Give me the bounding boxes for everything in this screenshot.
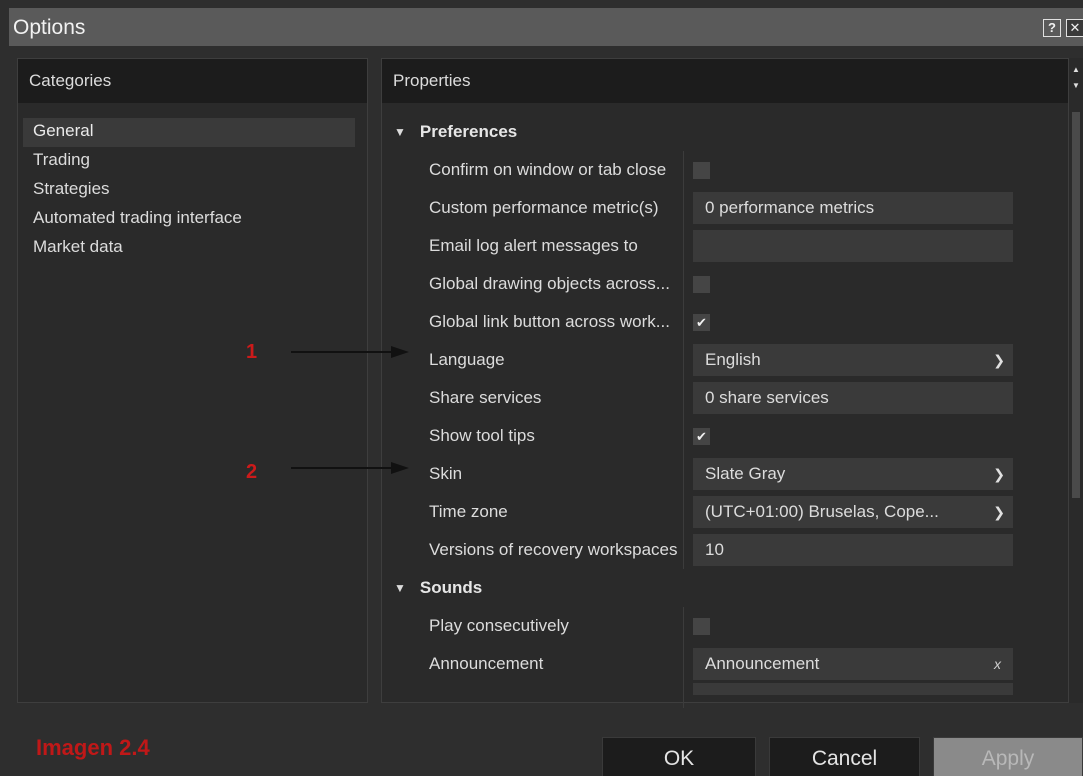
category-item-general[interactable]: General [23,118,355,147]
column-divider [683,670,684,708]
annotation-marker-1: 1 [246,341,258,363]
property-label: Skin [429,464,463,483]
cancel-button[interactable]: Cancel [769,737,920,776]
section-sounds[interactable]: ▼ Sounds [382,569,1068,607]
property-row-share-services: Share services 0 share services [382,379,1068,417]
global-link-button-checkbox[interactable]: ✔ [693,313,710,331]
column-divider [683,189,684,227]
property-row-show-tool-tips: Show tool tips ✔ [382,417,1068,455]
skin-select[interactable]: Slate Gray ❯ [693,458,1013,490]
column-divider [683,341,684,379]
share-services-field[interactable]: 0 share services [693,382,1013,414]
properties-scrollbar[interactable]: ▲ ▼ [1069,58,1083,703]
column-divider [683,455,684,493]
custom-performance-metrics-field[interactable]: 0 performance metrics [693,192,1013,224]
properties-panel: Properties ▼ Preferences Confirm on wind… [381,58,1069,708]
property-label: Announcement [429,654,544,673]
column-divider [683,227,684,265]
property-row-language: Language English ❯ [382,341,1068,379]
title-bar: Options ? ✕ [9,8,1083,46]
chevron-down-icon: ❯ [993,466,1005,482]
ok-button[interactable]: OK [602,737,756,776]
categories-header: Categories [18,59,367,103]
scroll-up-icon[interactable]: ▲ [1069,64,1083,76]
property-label: Global link button across work... [429,312,670,331]
properties-header: Properties [382,59,1068,103]
scroll-thumb[interactable] [1072,112,1080,498]
property-row-email-log-alerts: Email log alert messages to [382,227,1068,265]
chevron-down-icon: ❯ [993,352,1005,368]
checkmark-icon: ✔ [696,428,707,444]
property-label: Email log alert messages to [429,236,638,255]
play-consecutively-checkbox[interactable] [693,617,710,635]
properties-grid: ▼ Preferences Confirm on window or tab c… [382,103,1068,708]
category-item-market-data[interactable]: Market data [23,234,355,263]
image-caption-watermark: Imagen 2.4 [36,735,150,760]
column-divider [683,417,684,455]
category-item-trading[interactable]: Trading [23,147,355,176]
global-drawing-objects-checkbox[interactable] [693,275,710,293]
time-zone-select[interactable]: (UTC+01:00) Bruselas, Cope... ❯ [693,496,1013,528]
annotation-arrow-1 [291,351,393,353]
scroll-down-icon[interactable]: ▼ [1069,80,1083,92]
section-preferences[interactable]: ▼ Preferences [382,113,1068,151]
apply-button[interactable]: Apply [933,737,1083,776]
category-item-automated-trading-interface[interactable]: Automated trading interface [23,205,355,234]
property-label: Versions of recovery workspaces [429,540,678,559]
property-row-global-link-button: Global link button across work... ✔ [382,303,1068,341]
property-row-custom-performance-metrics: Custom performance metric(s) 0 performan… [382,189,1068,227]
annotation-arrow-2 [291,467,393,469]
time-zone-value: (UTC+01:00) Bruselas, Cope... [705,502,939,521]
category-item-strategies[interactable]: Strategies [23,176,355,205]
property-row-time-zone: Time zone (UTC+01:00) Bruselas, Cope... … [382,493,1068,531]
announcement-sound-field[interactable]: Announcement x [693,648,1013,680]
categories-panel: Categories General Trading Strategies Au… [17,58,368,703]
column-divider [683,607,684,645]
column-divider [683,303,684,341]
skin-value: Slate Gray [705,464,786,483]
categories-list: General Trading Strategies Automated tra… [18,103,367,263]
arrow-head-icon [391,462,409,474]
caret-down-icon: ▼ [394,581,406,595]
property-label: Custom performance metric(s) [429,198,659,217]
caret-down-icon: ▼ [394,125,406,139]
announcement-value: Announcement [705,654,820,673]
column-divider [683,379,684,417]
window-title: Options [13,16,86,39]
column-divider [683,531,684,569]
section-title: Preferences [419,122,518,141]
property-row-skin: Skin Slate Gray ❯ [382,455,1068,493]
recovery-workspaces-field[interactable]: 10 [693,534,1013,566]
property-row-partial [382,670,1068,708]
property-label: Time zone [429,502,508,521]
confirm-close-checkbox[interactable] [693,161,710,179]
property-label: Share services [429,388,542,407]
column-divider [683,151,684,189]
section-title: Sounds [419,578,483,597]
property-label: Confirm on window or tab close [429,160,667,179]
property-row-recovery-workspaces: Versions of recovery workspaces 10 [382,531,1068,569]
column-divider [683,493,684,531]
partial-field[interactable] [693,683,1013,695]
chevron-down-icon: ❯ [993,504,1005,520]
property-label: Language [429,350,505,369]
property-row-confirm-close: Confirm on window or tab close [382,151,1068,189]
property-row-play-consecutively: Play consecutively [382,607,1068,645]
show-tool-tips-checkbox[interactable]: ✔ [693,427,710,445]
clear-icon[interactable]: x [994,648,1001,680]
property-row-global-drawing-objects: Global drawing objects across... [382,265,1068,303]
checkmark-icon: ✔ [696,314,707,330]
close-button[interactable]: ✕ [1066,19,1083,37]
property-label: Play consecutively [429,616,569,635]
email-log-alerts-field[interactable] [693,230,1013,262]
language-value: English [705,350,761,369]
language-select[interactable]: English ❯ [693,344,1013,376]
help-button[interactable]: ? [1043,19,1061,37]
property-row-announcement: Announcement Announcement x [382,645,1068,683]
property-label: Global drawing objects across... [429,274,670,293]
arrow-head-icon [391,346,409,358]
annotation-marker-2: 2 [246,461,258,483]
property-label: Show tool tips [429,426,535,445]
column-divider [683,265,684,303]
